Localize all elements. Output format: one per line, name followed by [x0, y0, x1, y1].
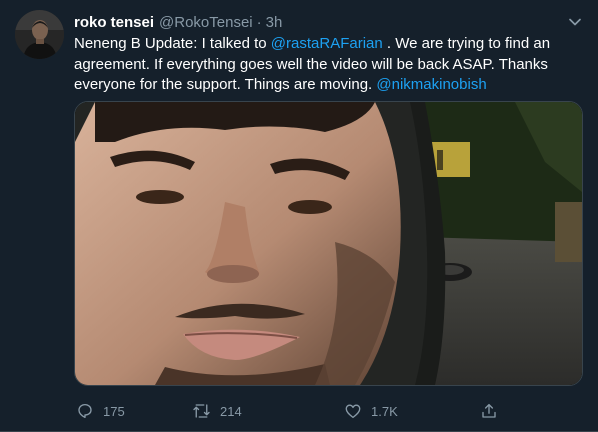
mention-link[interactable]: @rastaRAFarian [271, 35, 383, 52]
display-name[interactable]: roko tensei [74, 14, 154, 31]
avatar-image [15, 10, 64, 59]
mention-link[interactable]: @nikmakinobish [376, 76, 486, 93]
share-button[interactable] [480, 402, 507, 420]
like-icon [345, 404, 361, 419]
like-count: 1.7K [371, 403, 398, 419]
more-options-chevron-icon[interactable] [566, 13, 584, 31]
separator-dot: · [256, 13, 262, 31]
timestamp[interactable]: 3h [266, 14, 283, 31]
tweet-card[interactable]: roko tensei @RokoTensei · 3h Neneng B Up… [0, 0, 598, 432]
reply-count: 175 [103, 403, 125, 419]
avatar[interactable] [15, 10, 64, 59]
tweet-text: Neneng B Update: I talked to @rastaRAFar… [74, 34, 584, 96]
user-handle[interactable]: @RokoTensei [159, 14, 253, 31]
reply-button[interactable]: 175 [76, 402, 125, 420]
video-thumbnail-image [75, 102, 582, 385]
like-button[interactable]: 1.7K [344, 402, 398, 420]
media-video-thumbnail[interactable] [74, 101, 583, 386]
tweet-header: roko tensei @RokoTensei · 3h [74, 12, 584, 32]
retweet-icon [193, 404, 210, 418]
retweet-button[interactable]: 214 [192, 402, 242, 420]
share-icon [482, 403, 496, 418]
tweet-text-part-1: Neneng B Update: I talked to [74, 35, 271, 52]
tweet-actions: 175 214 1.7K [74, 400, 584, 422]
retweet-count: 214 [220, 403, 242, 419]
reply-icon [78, 403, 92, 419]
